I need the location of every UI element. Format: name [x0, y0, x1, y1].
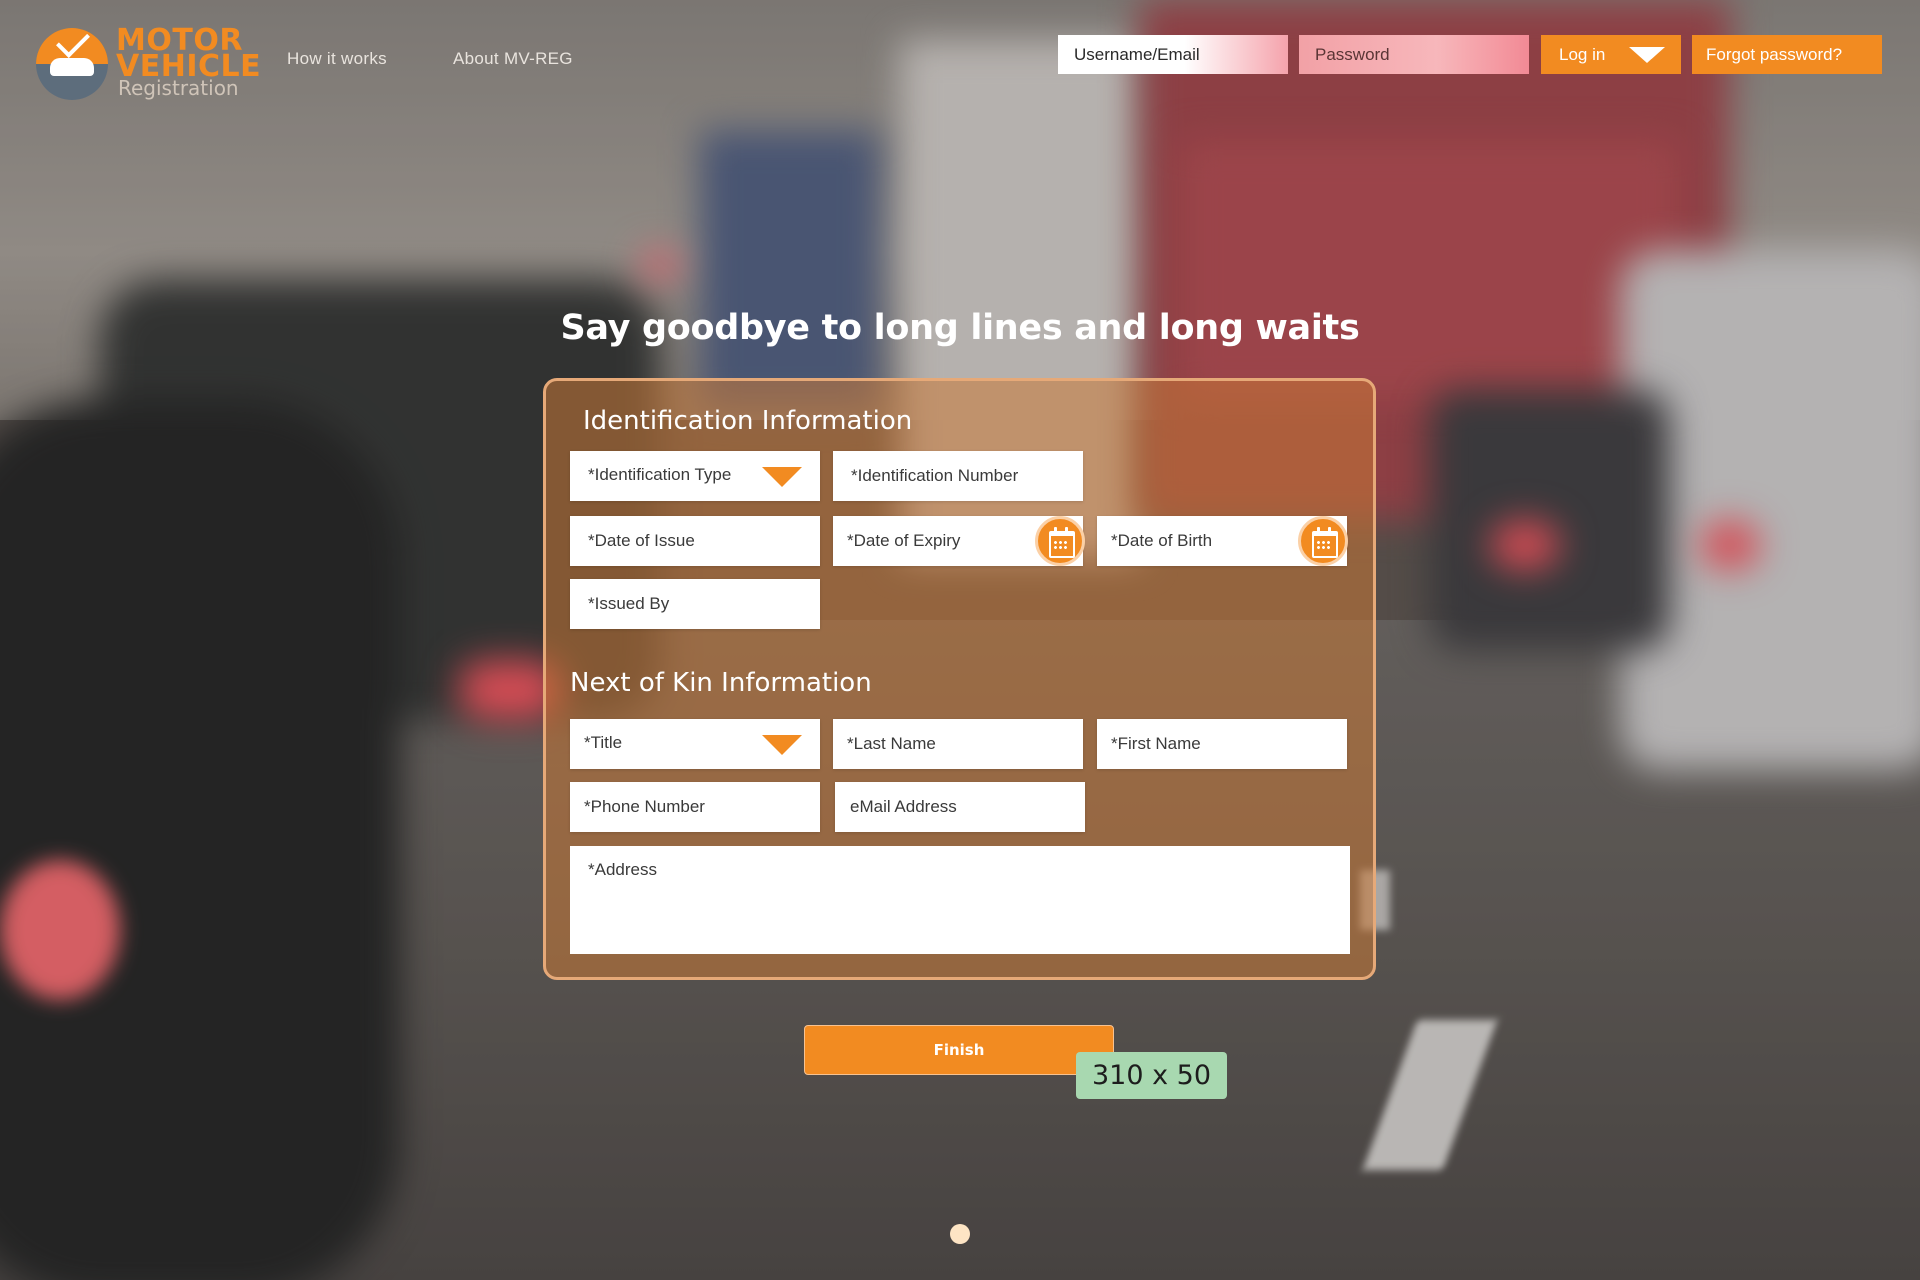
email-address-input[interactable] [835, 782, 1085, 832]
identification-section-title: Identification Information [583, 406, 913, 436]
dimension-annotation: 310 x 50 [1076, 1052, 1227, 1099]
title-select[interactable]: *Title [570, 719, 820, 769]
hero-title: Say goodbye to long lines and long waits [560, 308, 1360, 348]
identification-type-select[interactable]: *Identification Type [570, 451, 820, 501]
forgot-password-button[interactable]: Forgot password? [1692, 35, 1882, 74]
nav-link-about[interactable]: About MV-REG [453, 49, 573, 69]
login-label: Log in [1559, 45, 1606, 64]
logo-text-registration: Registration [118, 76, 239, 100]
phone-number-input[interactable] [570, 782, 820, 832]
calendar-icon[interactable] [1298, 516, 1348, 566]
nav-link-how-it-works[interactable]: How it works [287, 49, 387, 69]
username-input[interactable] [1058, 35, 1288, 74]
finish-button[interactable]: Finish [804, 1025, 1114, 1075]
calendar-icon[interactable] [1035, 516, 1085, 566]
chevron-down-icon [762, 467, 802, 487]
chevron-down-icon [1629, 47, 1665, 63]
issued-by-input[interactable] [570, 579, 820, 629]
last-name-input[interactable] [833, 719, 1083, 769]
logo[interactable]: MOTOR VEHICLE Registration [36, 26, 261, 102]
address-textarea[interactable] [570, 846, 1350, 954]
logo-emblem-icon [36, 28, 108, 100]
next-of-kin-section-title: Next of Kin Information [570, 668, 872, 698]
carousel-dot[interactable] [950, 1224, 970, 1244]
login-button[interactable]: Log in [1541, 35, 1681, 74]
title-select-label: *Title [584, 733, 623, 752]
identification-type-label: *Identification Type [588, 465, 732, 484]
password-input[interactable] [1299, 35, 1529, 74]
date-of-issue-input[interactable] [570, 516, 820, 566]
first-name-input[interactable] [1097, 719, 1347, 769]
identification-number-input[interactable] [833, 451, 1083, 501]
chevron-down-icon [762, 735, 802, 755]
